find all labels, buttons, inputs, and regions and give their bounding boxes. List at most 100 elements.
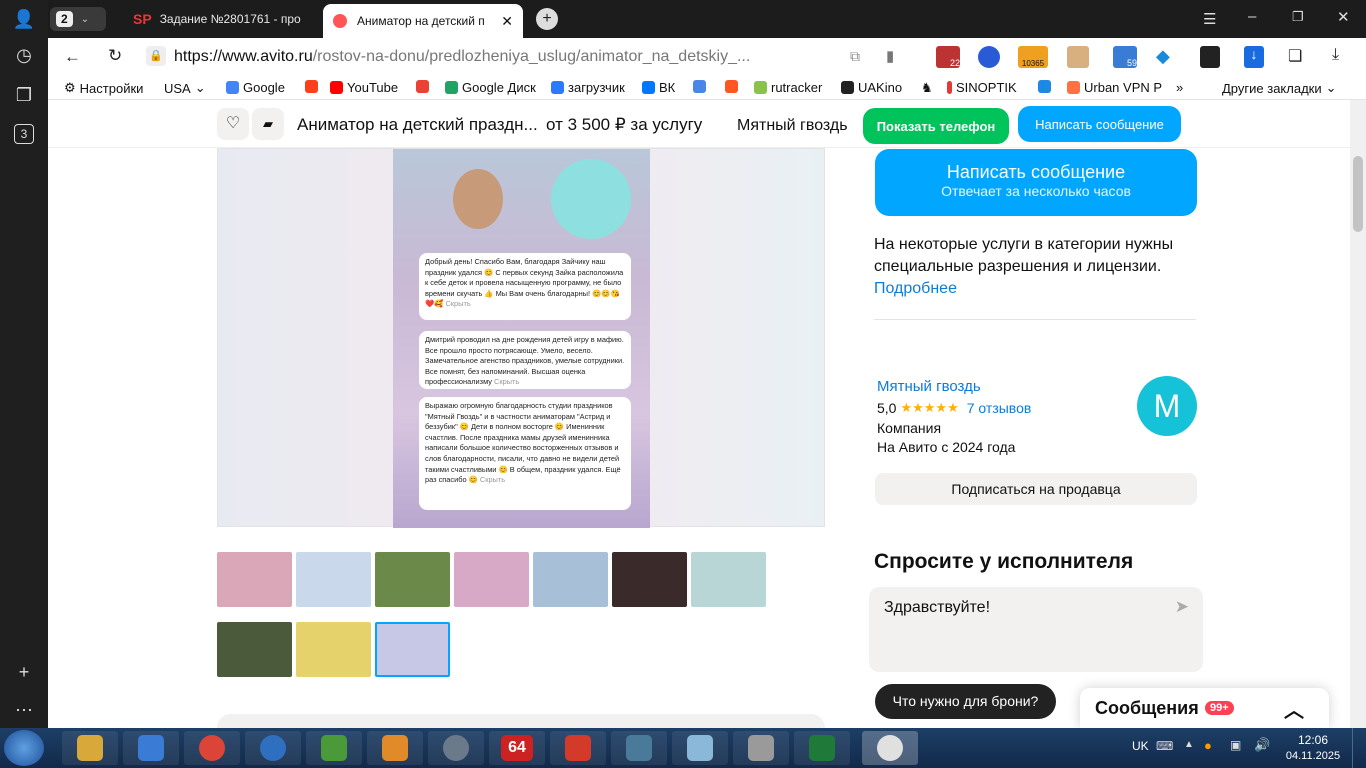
extension-icon[interactable]: 22 (936, 46, 960, 68)
lock-icon[interactable]: 🔒 (146, 46, 166, 66)
url-field[interactable]: https://www.avito.ru/rostov-na-donu/pred… (174, 48, 750, 66)
thumbnail[interactable] (296, 552, 371, 607)
language-indicator[interactable]: UK (1132, 739, 1149, 753)
scrollbar[interactable] (1350, 100, 1366, 728)
tray-app-icon[interactable]: ● (1204, 738, 1212, 753)
keyboard-icon[interactable]: ⌨ (1156, 739, 1173, 753)
start-button[interactable] (4, 730, 44, 766)
bookmark-icon[interactable]: ▮ (886, 47, 894, 65)
bookmark-p[interactable] (1038, 80, 1051, 93)
scrollbar-thumb[interactable] (1353, 156, 1363, 232)
thumbnail[interactable] (454, 552, 529, 607)
chrome-app[interactable] (184, 731, 240, 765)
app-icon[interactable] (611, 731, 667, 765)
favorite-button[interactable]: ♡ (217, 108, 249, 140)
avatar[interactable]: М (1137, 376, 1197, 436)
app-icon[interactable] (306, 731, 362, 765)
thumbnail[interactable] (612, 552, 687, 607)
minimize-icon[interactable]: – (1248, 8, 1256, 25)
bookmark-usa[interactable]: USA ⌄ (164, 80, 206, 96)
app-64[interactable]: 64 (489, 731, 545, 765)
explorer-app[interactable] (62, 731, 118, 765)
download-icon[interactable]: ↓ (1244, 46, 1264, 68)
tab-groups-badge[interactable]: 3 (14, 124, 34, 144)
bookmark-yandex[interactable] (305, 80, 318, 93)
bookmark-uakino[interactable]: UAKino (841, 80, 902, 95)
history-icon[interactable]: ◷ (12, 43, 36, 67)
bookmark-sinoptik[interactable]: SINOPTIK (947, 80, 1017, 95)
network-icon[interactable]: ▣ (1230, 738, 1241, 752)
extension-icon[interactable] (1067, 46, 1089, 68)
tab-task[interactable]: SP Задание №2801761 - про (123, 4, 319, 34)
app-icon[interactable] (550, 731, 606, 765)
bookmark-f[interactable] (725, 80, 738, 93)
diamond-extension-icon[interactable]: ◆ (1156, 46, 1170, 67)
calculator-app[interactable] (733, 731, 789, 765)
excel-app[interactable] (794, 731, 850, 765)
photo-gallery[interactable]: Добрый день! Спасибо Вам, благодаря Зайч… (217, 148, 825, 528)
counter-extension-icon[interactable]: 10365 (1018, 46, 1048, 68)
thumbnail[interactable] (217, 552, 292, 607)
menu-icon[interactable]: ☰ (1203, 10, 1216, 28)
bookmark-settings[interactable]: ⚙ Настройки (64, 80, 143, 96)
subscribe-button[interactable]: Подписаться на продавца (875, 473, 1197, 505)
thumbnail[interactable] (533, 552, 608, 607)
more-bookmarks-icon[interactable]: » (1176, 80, 1183, 95)
reviews-link[interactable]: 7 отзывов (967, 400, 1032, 416)
tab-count-button[interactable]: 2 ⌄ (50, 7, 106, 31)
ask-input[interactable]: Здравствуйте! ➤ (869, 587, 1203, 672)
more-icon[interactable]: ⋯ (12, 698, 36, 722)
app-icon[interactable] (245, 731, 301, 765)
tab-avito[interactable]: Аниматор на детский п ✕ (323, 4, 523, 38)
chevron-up-icon[interactable]: ︿ (1284, 694, 1304, 723)
copy-link-icon[interactable]: ⧉ (850, 48, 860, 65)
other-bookmarks[interactable]: Другие закладки ⌄ (1222, 80, 1337, 96)
app-icon[interactable] (672, 731, 728, 765)
volume-icon[interactable]: 🔊 (1254, 737, 1270, 753)
show-desktop-button[interactable] (1352, 728, 1366, 768)
bookmark-urban-vpn[interactable]: Urban VPN P (1067, 80, 1162, 95)
new-tab-button[interactable]: + (536, 8, 558, 30)
bookmark-google[interactable]: Google (226, 80, 285, 95)
send-icon[interactable]: ➤ (1175, 597, 1189, 617)
clock-date[interactable]: 04.11.2025 (1284, 750, 1342, 762)
app-icon[interactable] (123, 731, 179, 765)
thumbnail[interactable] (691, 552, 766, 607)
bookmark-chess[interactable]: ♞ (921, 80, 933, 96)
thumbnail[interactable] (217, 622, 292, 677)
write-message-button[interactable]: Написать сообщение (1018, 106, 1181, 142)
bookmark-youtube[interactable]: YouTube (330, 80, 398, 95)
extension-icon[interactable] (1200, 46, 1220, 68)
seller-link[interactable]: Мятный гвоздь (877, 378, 981, 395)
restore-icon[interactable]: ❐ (1292, 9, 1304, 25)
seller-name[interactable]: Мятный гвоздь (737, 117, 848, 135)
close-tab-icon[interactable]: ✕ (501, 13, 513, 30)
show-phone-button[interactable]: Показать телефон (863, 108, 1009, 144)
bookmark-vk[interactable]: ВК (642, 80, 675, 95)
bookmark-translate[interactable] (693, 80, 706, 93)
profile-icon[interactable]: 👤 (12, 7, 36, 31)
bookmark-google-drive[interactable]: Google Диск (445, 80, 536, 95)
extensions-icon[interactable]: ❏ (1288, 46, 1302, 66)
tray-expand-icon[interactable]: ▲ (1184, 739, 1194, 750)
bookmark-rutracker[interactable]: rutracker (754, 80, 822, 95)
quick-question-chip[interactable]: Что нужно для брони? (875, 684, 1056, 719)
bookmark-downloader[interactable]: загрузчик (551, 80, 625, 95)
thumbnail[interactable] (375, 552, 450, 607)
more-link[interactable]: Подробнее (874, 278, 1194, 300)
download-manager-icon[interactable]: ⤓ (1332, 46, 1339, 64)
messages-widget[interactable]: Сообщения 99+ ︿ (1080, 688, 1329, 728)
clock-app[interactable] (428, 731, 484, 765)
app-icon[interactable] (367, 731, 423, 765)
reload-icon[interactable]: ↻ (108, 46, 122, 66)
write-message-large-button[interactable]: Написать сообщение Отвечает за несколько… (875, 149, 1197, 216)
clock-time[interactable]: 12:06 (1286, 733, 1340, 747)
calendar-extension-icon[interactable]: 59 (1113, 46, 1137, 68)
back-icon[interactable]: ← (64, 47, 81, 67)
thumbnail[interactable] (296, 622, 371, 677)
add-panel-icon[interactable]: + (12, 660, 36, 684)
collections-icon[interactable]: ❐ (12, 83, 36, 107)
close-window-icon[interactable]: ✕ (1337, 8, 1350, 26)
note-button[interactable]: ▰ (252, 108, 284, 140)
bookmark-gmail[interactable] (416, 80, 429, 93)
